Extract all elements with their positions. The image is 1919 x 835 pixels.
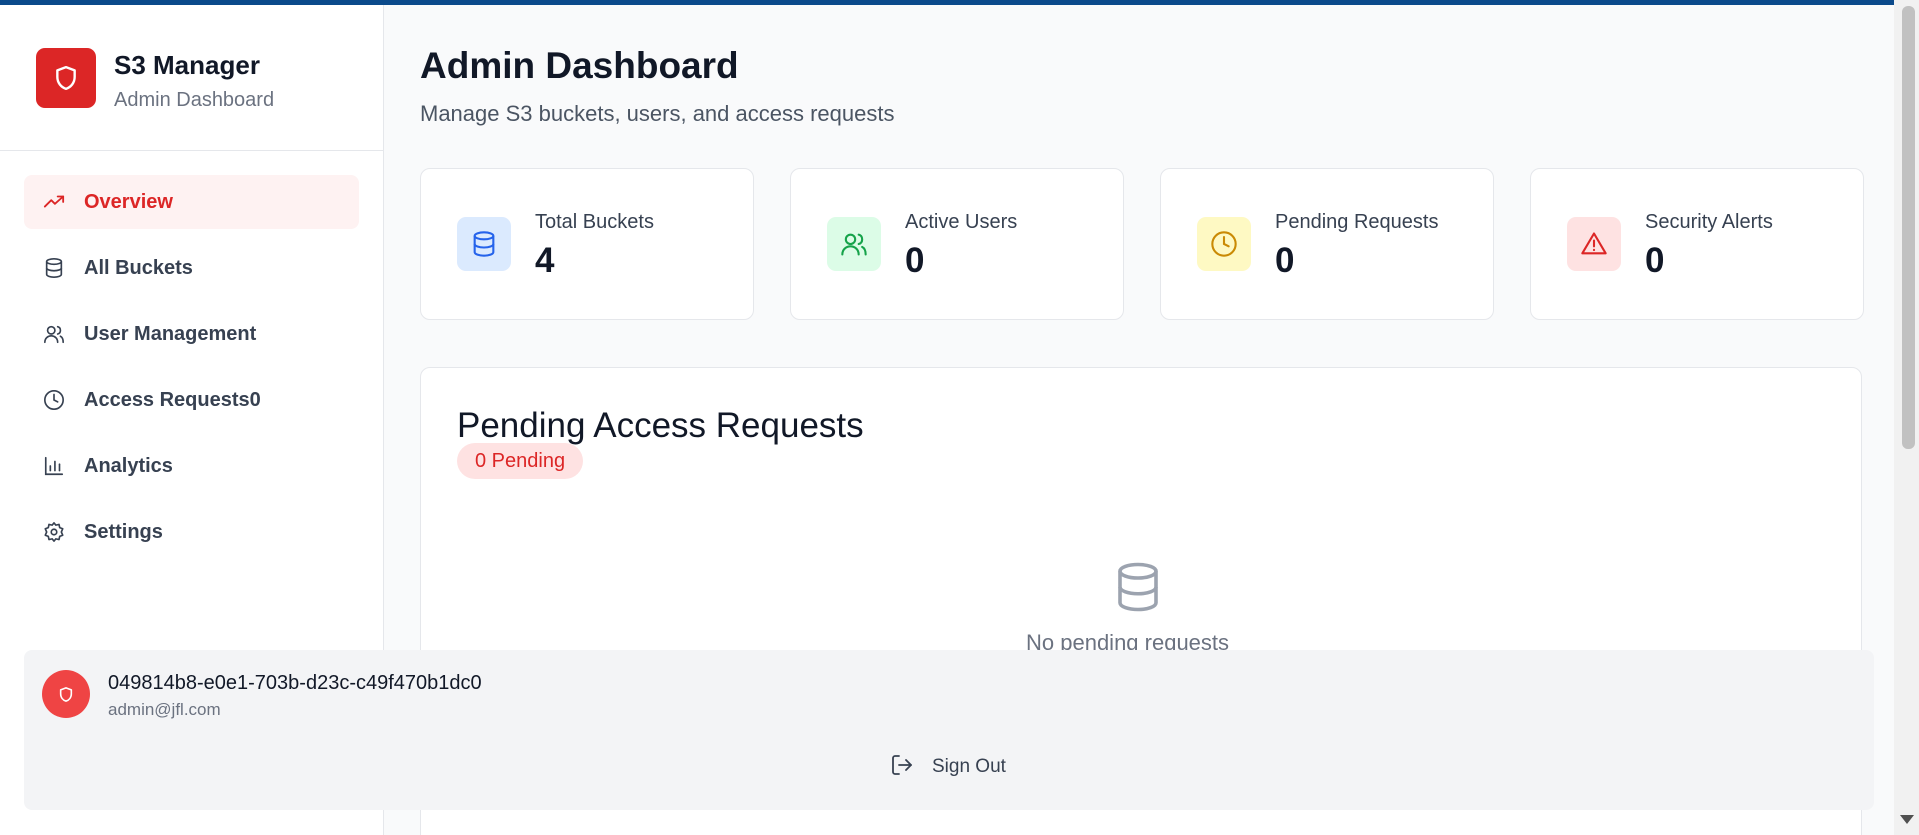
stat-card-active-users: Active Users 0 bbox=[790, 168, 1124, 320]
database-icon bbox=[1111, 560, 1165, 614]
sidebar-item-user-management[interactable]: User Management bbox=[24, 307, 359, 361]
gear-icon bbox=[42, 520, 66, 544]
avatar bbox=[42, 670, 90, 718]
scrollbar-thumb[interactable] bbox=[1902, 6, 1915, 449]
user-email: admin@jfl.com bbox=[108, 700, 221, 719]
database-icon bbox=[457, 217, 511, 271]
sign-out-icon bbox=[890, 753, 914, 782]
sign-out-label: Sign Out bbox=[932, 756, 1006, 777]
user-profile-card: 049814b8-e0e1-703b-d23c-c49f470b1dc0 adm… bbox=[24, 650, 1874, 810]
scroll-down-arrow-icon[interactable] bbox=[1900, 815, 1914, 824]
clock-icon bbox=[42, 388, 66, 412]
database-icon bbox=[42, 256, 66, 280]
stat-card-security-alerts: Security Alerts 0 bbox=[1530, 168, 1864, 320]
users-icon bbox=[42, 322, 66, 346]
trending-up-icon bbox=[42, 190, 66, 214]
stat-label: Pending Requests bbox=[1275, 211, 1439, 233]
page-subtitle: Manage S3 buckets, users, and access req… bbox=[420, 101, 895, 126]
stat-label: Active Users bbox=[905, 211, 1018, 233]
sidebar-item-analytics[interactable]: Analytics bbox=[24, 439, 359, 493]
stat-label: Security Alerts bbox=[1645, 211, 1773, 233]
sidebar-item-label: Settings bbox=[84, 520, 163, 543]
sidebar-item-label: Analytics bbox=[84, 454, 173, 477]
sidebar-item-label: Overview bbox=[84, 190, 173, 213]
panel-title: Pending Access Requests bbox=[457, 406, 864, 445]
sidebar-item-label: All Buckets bbox=[84, 256, 193, 279]
sidebar-item-overview[interactable]: Overview bbox=[24, 175, 359, 229]
sidebar-item-label: User Management bbox=[84, 322, 257, 345]
stat-label: Total Buckets bbox=[535, 211, 654, 233]
sidebar-item-all-buckets[interactable]: All Buckets bbox=[24, 241, 359, 295]
sidebar-item-access-requests[interactable]: Access Requests0 bbox=[24, 373, 359, 427]
clock-icon bbox=[1197, 217, 1251, 271]
sign-out-button[interactable]: Sign Out bbox=[890, 752, 1006, 782]
brand-subtitle: Admin Dashboard bbox=[114, 89, 275, 111]
stat-value: 0 bbox=[905, 241, 925, 280]
shield-icon bbox=[36, 48, 96, 108]
bar-chart-icon bbox=[42, 454, 66, 478]
brand-header: S3 Manager Admin Dashboard bbox=[0, 5, 383, 151]
page-title: Admin Dashboard bbox=[420, 45, 739, 86]
stat-value: 0 bbox=[1275, 241, 1295, 280]
user-id: 049814b8-e0e1-703b-d23c-c49f470b1dc0 bbox=[108, 672, 482, 694]
alert-triangle-icon bbox=[1567, 217, 1621, 271]
users-icon bbox=[827, 217, 881, 271]
brand-title: S3 Manager bbox=[114, 50, 260, 80]
stat-card-total-buckets: Total Buckets 4 bbox=[420, 168, 754, 320]
stat-value: 0 bbox=[1645, 241, 1665, 280]
stat-card-pending-requests: Pending Requests 0 bbox=[1160, 168, 1494, 320]
pending-count-badge: 0 Pending bbox=[457, 443, 584, 479]
sidebar-item-settings[interactable]: Settings bbox=[24, 505, 359, 559]
sidebar-nav: Overview All Buckets User Management Acc… bbox=[24, 175, 359, 571]
stat-value: 4 bbox=[535, 241, 555, 280]
sidebar-item-label: Access Requests0 bbox=[84, 388, 261, 411]
